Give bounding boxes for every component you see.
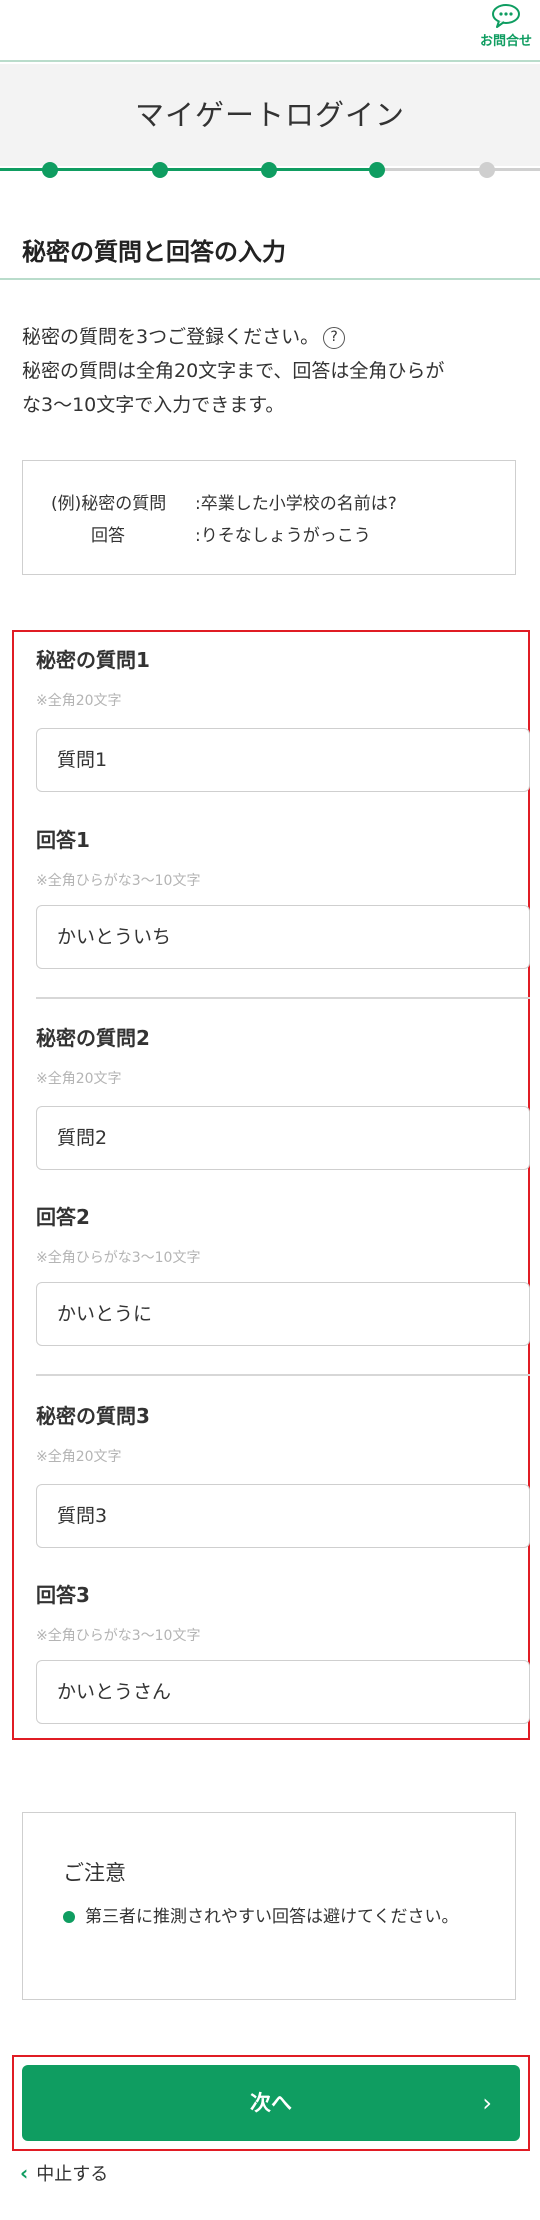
example-question-key: (例)秘密の質問 [51,494,167,514]
intro-line-1: 秘密の質問を3つご登録ください。 [22,326,320,348]
top-bar: お問合せ [0,0,540,62]
divider-1 [36,997,530,999]
title-band: マイゲートログイン [0,64,540,166]
cancel-link-label: 中止する [36,2164,109,2185]
answer-2-label: 回答2 [36,1205,90,1229]
intro-line-2: 秘密の質問は全角20文字まで、回答は全角ひらが [22,360,445,382]
chevron-right-icon: › [482,2089,492,2117]
progress-step-1 [42,162,58,178]
answer-1-label: 回答1 [36,828,90,852]
answer-2-note: ※全角ひらがな3〜10文字 [36,1250,201,1266]
answer-3-note: ※全角ひらがな3〜10文字 [36,1628,201,1644]
progress-step-2 [152,162,168,178]
help-icon[interactable]: ? [323,327,346,349]
bullet-icon [63,1911,75,1923]
contact-label: お問合せ [479,34,532,49]
chevron-left-icon: ‹ [20,2161,29,2185]
answer-3-input[interactable]: かいとうさん [36,1660,530,1724]
divider-2 [36,1374,530,1376]
progress-step-5 [479,162,495,178]
cancel-link[interactable]: ‹ 中止する [20,2160,108,2186]
question-3-note: ※全角20文字 [36,1449,122,1465]
answer-2-input[interactable]: かいとうに [36,1282,530,1346]
security-questions-form: 秘密の質問1 ※全角20文字 質問1 回答1 ※全角ひらがな3〜10文字 かいと… [12,630,530,1740]
intro-line-3: な3〜10文字で入力できます。 [22,394,285,416]
notice-text: 第三者に推測されやすい回答は避けてください。 [85,1907,459,1927]
question-2-note: ※全角20文字 [36,1071,122,1087]
example-box: (例)秘密の質問 :卒業した小学校の名前は? 回答 :りそなしょうがっこう [22,460,516,575]
next-button[interactable]: 次へ › [22,2065,520,2141]
section-divider [0,278,540,280]
question-1-label: 秘密の質問1 [36,648,150,672]
page-title: マイゲートログイン [134,98,405,132]
question-2-input[interactable]: 質問2 [36,1106,530,1170]
notice-box: ご注意 第三者に推測されやすい回答は避けてください。 [22,1812,516,2000]
question-1-input[interactable]: 質問1 [36,728,530,792]
chat-bubble-icon [491,4,521,28]
answer-1-input[interactable]: かいとういち [36,905,530,969]
example-answer-value: :りそなしょうがっこう [195,526,371,546]
question-2-label: 秘密の質問2 [36,1026,150,1050]
notice-title: ご注意 [63,1861,126,1885]
section-title: 秘密の質問と回答の入力 [22,238,286,266]
example-question-row: (例)秘密の質問 :卒業した小学校の名前は? [51,489,397,514]
example-answer-key: 回答 [91,526,125,546]
example-answer-row: 回答 :りそなしょうがっこう [51,521,371,546]
progress-step-4 [369,162,385,178]
example-question-value: :卒業した小学校の名前は? [195,494,397,514]
answer-1-note: ※全角ひらがな3〜10文字 [36,873,201,889]
question-3-label: 秘密の質問3 [36,1404,150,1428]
contact-button[interactable]: お問合せ [478,4,534,49]
progress-step-3 [261,162,277,178]
intro-text: 秘密の質問を3つご登録ください。? 秘密の質問は全角20文字まで、回答は全角ひら… [22,320,522,422]
question-3-input[interactable]: 質問3 [36,1484,530,1548]
next-button-label: 次へ [250,2091,292,2115]
progress-line-todo [377,168,540,171]
question-1-note: ※全角20文字 [36,693,122,709]
answer-3-label: 回答3 [36,1583,90,1607]
step-progress [0,162,540,178]
next-button-highlight: 次へ › [12,2055,530,2151]
